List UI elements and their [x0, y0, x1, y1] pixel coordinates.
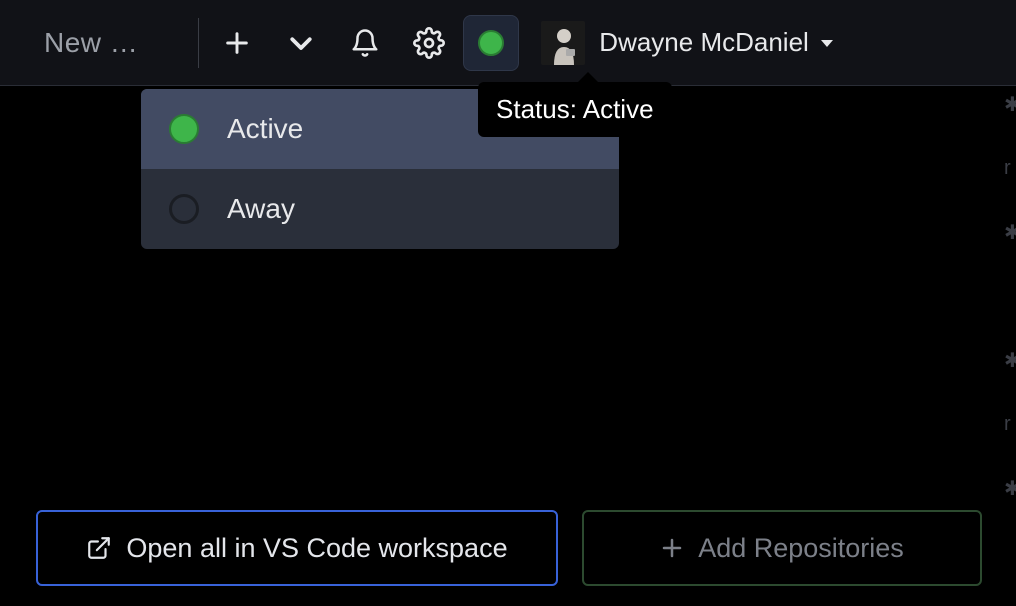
status-option-label: Active [227, 113, 303, 145]
status-button[interactable] [463, 15, 519, 71]
new-button[interactable]: New … [44, 27, 138, 59]
expand-button[interactable] [269, 15, 333, 71]
status-option-away[interactable]: Away [141, 169, 619, 249]
settings-button[interactable] [397, 15, 461, 71]
external-link-icon [86, 535, 112, 561]
plus-icon [660, 536, 684, 560]
add-repositories-button[interactable]: Add Repositories [582, 510, 982, 586]
username-label: Dwayne McDaniel [599, 27, 809, 58]
avatar-image [551, 27, 577, 65]
plus-icon [223, 29, 251, 57]
status-dot-icon [478, 30, 504, 56]
notifications-button[interactable] [333, 15, 397, 71]
status-tooltip: Status: Active [478, 82, 672, 137]
avatar [541, 21, 585, 65]
add-repositories-label: Add Repositories [698, 533, 904, 564]
chevron-down-icon [286, 28, 316, 58]
bottom-actions: Open all in VS Code workspace Add Reposi… [36, 510, 982, 586]
bell-icon [350, 28, 380, 58]
status-away-icon [169, 194, 199, 224]
divider [198, 18, 199, 68]
status-option-label: Away [227, 193, 295, 225]
topbar: New … [0, 0, 1016, 86]
status-active-icon [169, 114, 199, 144]
right-edge-decoration: ✱r✱ ✱r✱ [1004, 86, 1016, 606]
open-workspace-label: Open all in VS Code workspace [126, 533, 507, 564]
add-button[interactable] [205, 15, 269, 71]
open-workspace-button[interactable]: Open all in VS Code workspace [36, 510, 558, 586]
gear-icon [413, 27, 445, 59]
user-menu-button[interactable]: Dwayne McDaniel [541, 21, 835, 65]
caret-down-icon [819, 35, 835, 51]
